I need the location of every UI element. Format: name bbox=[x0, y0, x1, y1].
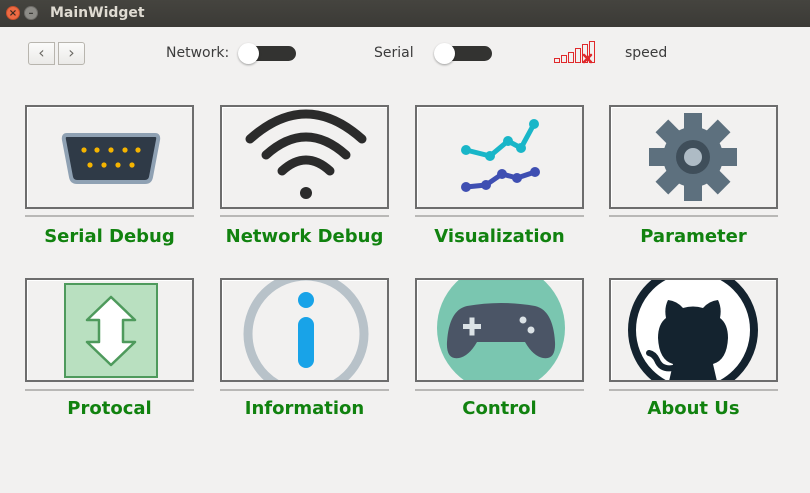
network-toggle[interactable] bbox=[238, 43, 296, 64]
serial-toggle-knob bbox=[434, 43, 455, 64]
information-tile[interactable] bbox=[220, 278, 389, 382]
network-toggle-knob bbox=[238, 43, 259, 64]
protocal-label[interactable]: Protocal bbox=[25, 398, 194, 419]
information-label[interactable]: Information bbox=[220, 398, 389, 419]
about-us-separator bbox=[609, 389, 778, 391]
serial-debug-label[interactable]: Serial Debug bbox=[25, 226, 194, 247]
about-us-tile[interactable] bbox=[609, 278, 778, 382]
network-label: Network: bbox=[166, 45, 230, 61]
parameter-tile[interactable] bbox=[609, 105, 778, 209]
serial-toggle[interactable] bbox=[434, 43, 492, 64]
gear-icon bbox=[649, 113, 737, 201]
speed-label: speed bbox=[625, 45, 668, 61]
back-button[interactable]: ‹ bbox=[28, 42, 55, 65]
forward-button[interactable]: › bbox=[58, 42, 85, 65]
up-down-arrow-icon bbox=[64, 283, 158, 378]
protocal-separator bbox=[25, 389, 194, 391]
control-separator bbox=[415, 389, 584, 391]
information-separator bbox=[220, 389, 389, 391]
wifi-icon bbox=[245, 109, 367, 199]
visualization-separator bbox=[415, 215, 584, 217]
about-us-label[interactable]: About Us bbox=[609, 398, 778, 419]
network-debug-label[interactable]: Network Debug bbox=[220, 226, 389, 247]
gamepad-icon bbox=[437, 280, 565, 380]
github-icon bbox=[628, 280, 758, 380]
parameter-label[interactable]: Parameter bbox=[609, 226, 778, 247]
visualization-label[interactable]: Visualization bbox=[415, 226, 584, 247]
visualization-tile[interactable] bbox=[415, 105, 584, 209]
serial-port-icon bbox=[61, 133, 161, 184]
minimize-window-button[interactable]: – bbox=[24, 6, 38, 20]
line-chart-icon bbox=[461, 119, 540, 192]
info-icon bbox=[243, 280, 369, 380]
protocal-tile[interactable] bbox=[25, 278, 194, 382]
parameter-separator bbox=[609, 215, 778, 217]
serial-label: Serial bbox=[374, 45, 414, 61]
control-label[interactable]: Control bbox=[415, 398, 584, 419]
signal-bars-disconnected-icon bbox=[554, 41, 595, 64]
close-window-button[interactable]: × bbox=[6, 6, 20, 20]
window-title: MainWidget bbox=[50, 5, 145, 21]
control-tile[interactable] bbox=[415, 278, 584, 382]
network-debug-tile[interactable] bbox=[220, 105, 389, 209]
serial-debug-tile[interactable] bbox=[25, 105, 194, 209]
serial-debug-separator bbox=[25, 215, 194, 217]
title-bar: × – MainWidget bbox=[0, 0, 810, 27]
network-debug-separator bbox=[220, 215, 389, 217]
